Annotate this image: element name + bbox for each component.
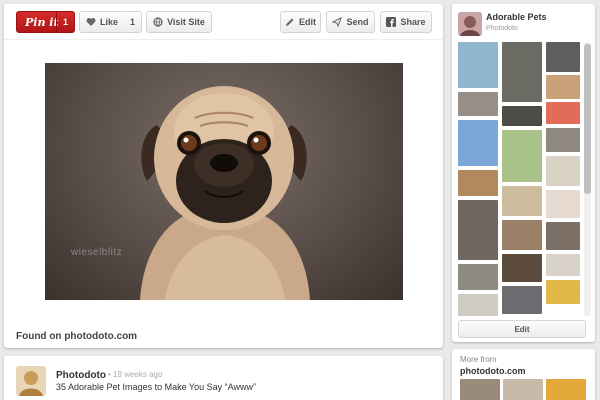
pin-description-card: Photodoto • 19 weeks ago 35 Adorable Pet…: [4, 356, 443, 400]
board-thumbnail[interactable]: [502, 286, 542, 314]
board-thumbnail[interactable]: [502, 42, 542, 102]
board-scroll-thumb[interactable]: [584, 44, 591, 194]
board-thumbnail[interactable]: [546, 222, 580, 250]
image-watermark: wieselblitz: [71, 247, 123, 258]
like-count[interactable]: 1: [124, 11, 142, 33]
pencil-icon: [286, 18, 294, 26]
board-owner[interactable]: Photodoto: [486, 25, 518, 32]
send-button[interactable]: Send: [326, 11, 375, 33]
more-thumbnail[interactable]: [460, 379, 500, 400]
pinit-label: Pin it: [25, 15, 59, 29]
board-thumbnail[interactable]: [546, 190, 580, 218]
avatar-image: [458, 12, 482, 36]
board-title[interactable]: Adorable Pets: [486, 12, 547, 22]
board-owner-avatar[interactable]: [458, 12, 482, 36]
board-thumbnail[interactable]: [546, 254, 580, 276]
board-thumbnail[interactable]: [502, 130, 542, 182]
like-button[interactable]: Like: [79, 11, 125, 33]
board-thumbnail[interactable]: [546, 128, 580, 152]
board-thumbnail[interactable]: [458, 42, 498, 88]
more-thumbnail[interactable]: [546, 379, 586, 400]
board-thumbnail[interactable]: [458, 170, 498, 196]
paper-plane-icon: [332, 17, 343, 27]
board-thumbnail[interactable]: [458, 294, 498, 316]
board-thumbnail[interactable]: [546, 156, 580, 186]
board-card: Adorable Pets Photodoto Edit: [452, 4, 595, 342]
more-from-card: More from photodoto.com: [452, 349, 595, 400]
like-label: Like: [99, 17, 118, 27]
board-thumbnail-grid: [458, 42, 582, 316]
board-thumbnail[interactable]: [546, 75, 580, 99]
board-thumbnail[interactable]: [458, 264, 498, 290]
visit-site-label: Visit Site: [167, 17, 205, 27]
pin-image-pug[interactable]: wieselblitz: [45, 63, 403, 300]
board-thumbnail[interactable]: [546, 280, 580, 304]
board-thumbnail[interactable]: [458, 120, 498, 166]
send-label: Send: [346, 17, 369, 27]
more-from-title: More from: [460, 355, 497, 364]
globe-icon: [153, 17, 163, 27]
pinit-count: 1: [56, 12, 74, 32]
more-from-source[interactable]: photodoto.com: [460, 366, 525, 376]
found-on-text[interactable]: Found on photodoto.com: [16, 331, 137, 342]
board-thumbnail[interactable]: [458, 92, 498, 116]
share-label: Share: [400, 17, 426, 27]
pin-card: Pin it 1 Like 1 Visit Site Edit Send Sha…: [4, 4, 443, 348]
facebook-icon: [386, 17, 397, 27]
pin-description: 35 Adorable Pet Images to Make You Say “…: [56, 382, 256, 392]
board-scrollbar[interactable]: [584, 42, 591, 316]
board-thumbnail[interactable]: [458, 200, 498, 260]
pug-photo: [140, 86, 310, 300]
edit-button[interactable]: Edit: [280, 11, 321, 33]
board-thumbnail[interactable]: [502, 220, 542, 250]
user-avatar[interactable]: [16, 366, 46, 396]
board-thumbnail[interactable]: [502, 106, 542, 126]
heart-icon: [86, 18, 96, 26]
avatar-image: [16, 366, 46, 396]
board-thumbnail[interactable]: [546, 102, 580, 124]
edit-label: Edit: [299, 17, 316, 27]
board-thumbnail[interactable]: [502, 186, 542, 216]
more-thumbnail[interactable]: [503, 379, 543, 400]
comment-author[interactable]: Photodoto: [56, 370, 106, 381]
board-thumbnail[interactable]: [502, 254, 542, 282]
board-thumbnail[interactable]: [546, 42, 580, 72]
visit-site-button[interactable]: Visit Site: [146, 11, 212, 33]
board-edit-button[interactable]: Edit: [458, 320, 586, 338]
comment-timestamp: • 19 weeks ago: [108, 370, 163, 379]
share-button[interactable]: Share: [380, 11, 432, 33]
pin-toolbar: Pin it 1 Like 1 Visit Site Edit Send Sha…: [4, 4, 443, 40]
pinit-button[interactable]: Pin it 1: [16, 11, 75, 33]
